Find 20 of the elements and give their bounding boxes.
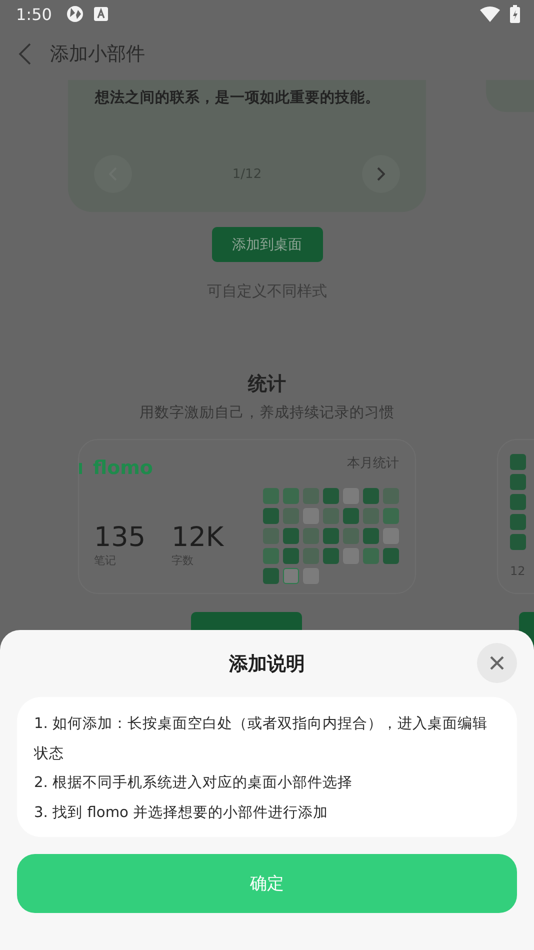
quote-text: 想法之间的联系，是一项如此重要的技能。 [94, 88, 381, 107]
status-time: 1:50 [16, 4, 52, 24]
sheet-title: 添加说明 [229, 652, 305, 676]
notification-icon [94, 7, 108, 21]
chevron-right-icon [376, 167, 385, 181]
page-title: 添加小部件 [50, 42, 145, 67]
battery-icon [510, 5, 520, 23]
section-title: 统计 [248, 372, 286, 397]
wifi-icon [480, 6, 500, 22]
stat-value: 12K [172, 523, 224, 553]
close-button[interactable] [477, 643, 517, 683]
stat-value: 135 [94, 523, 146, 553]
add-to-desktop-button[interactable]: 添加到桌面 [212, 227, 322, 262]
logo-text: flomo [93, 457, 153, 479]
instruction-step: 3. 找到 flomo 并选择想要的小部件进行添加 [34, 798, 500, 827]
instruction-step: 2. 根据不同手机系统进入对应的桌面小部件选择 [34, 768, 500, 798]
bar-icon [79, 462, 82, 474]
close-icon [490, 656, 504, 670]
instruction-step: 1. 如何添加：长按桌面空白处（或者双指向内捏合），进入桌面编辑状态 [34, 709, 500, 768]
confirm-button[interactable]: 确定 [17, 854, 517, 913]
